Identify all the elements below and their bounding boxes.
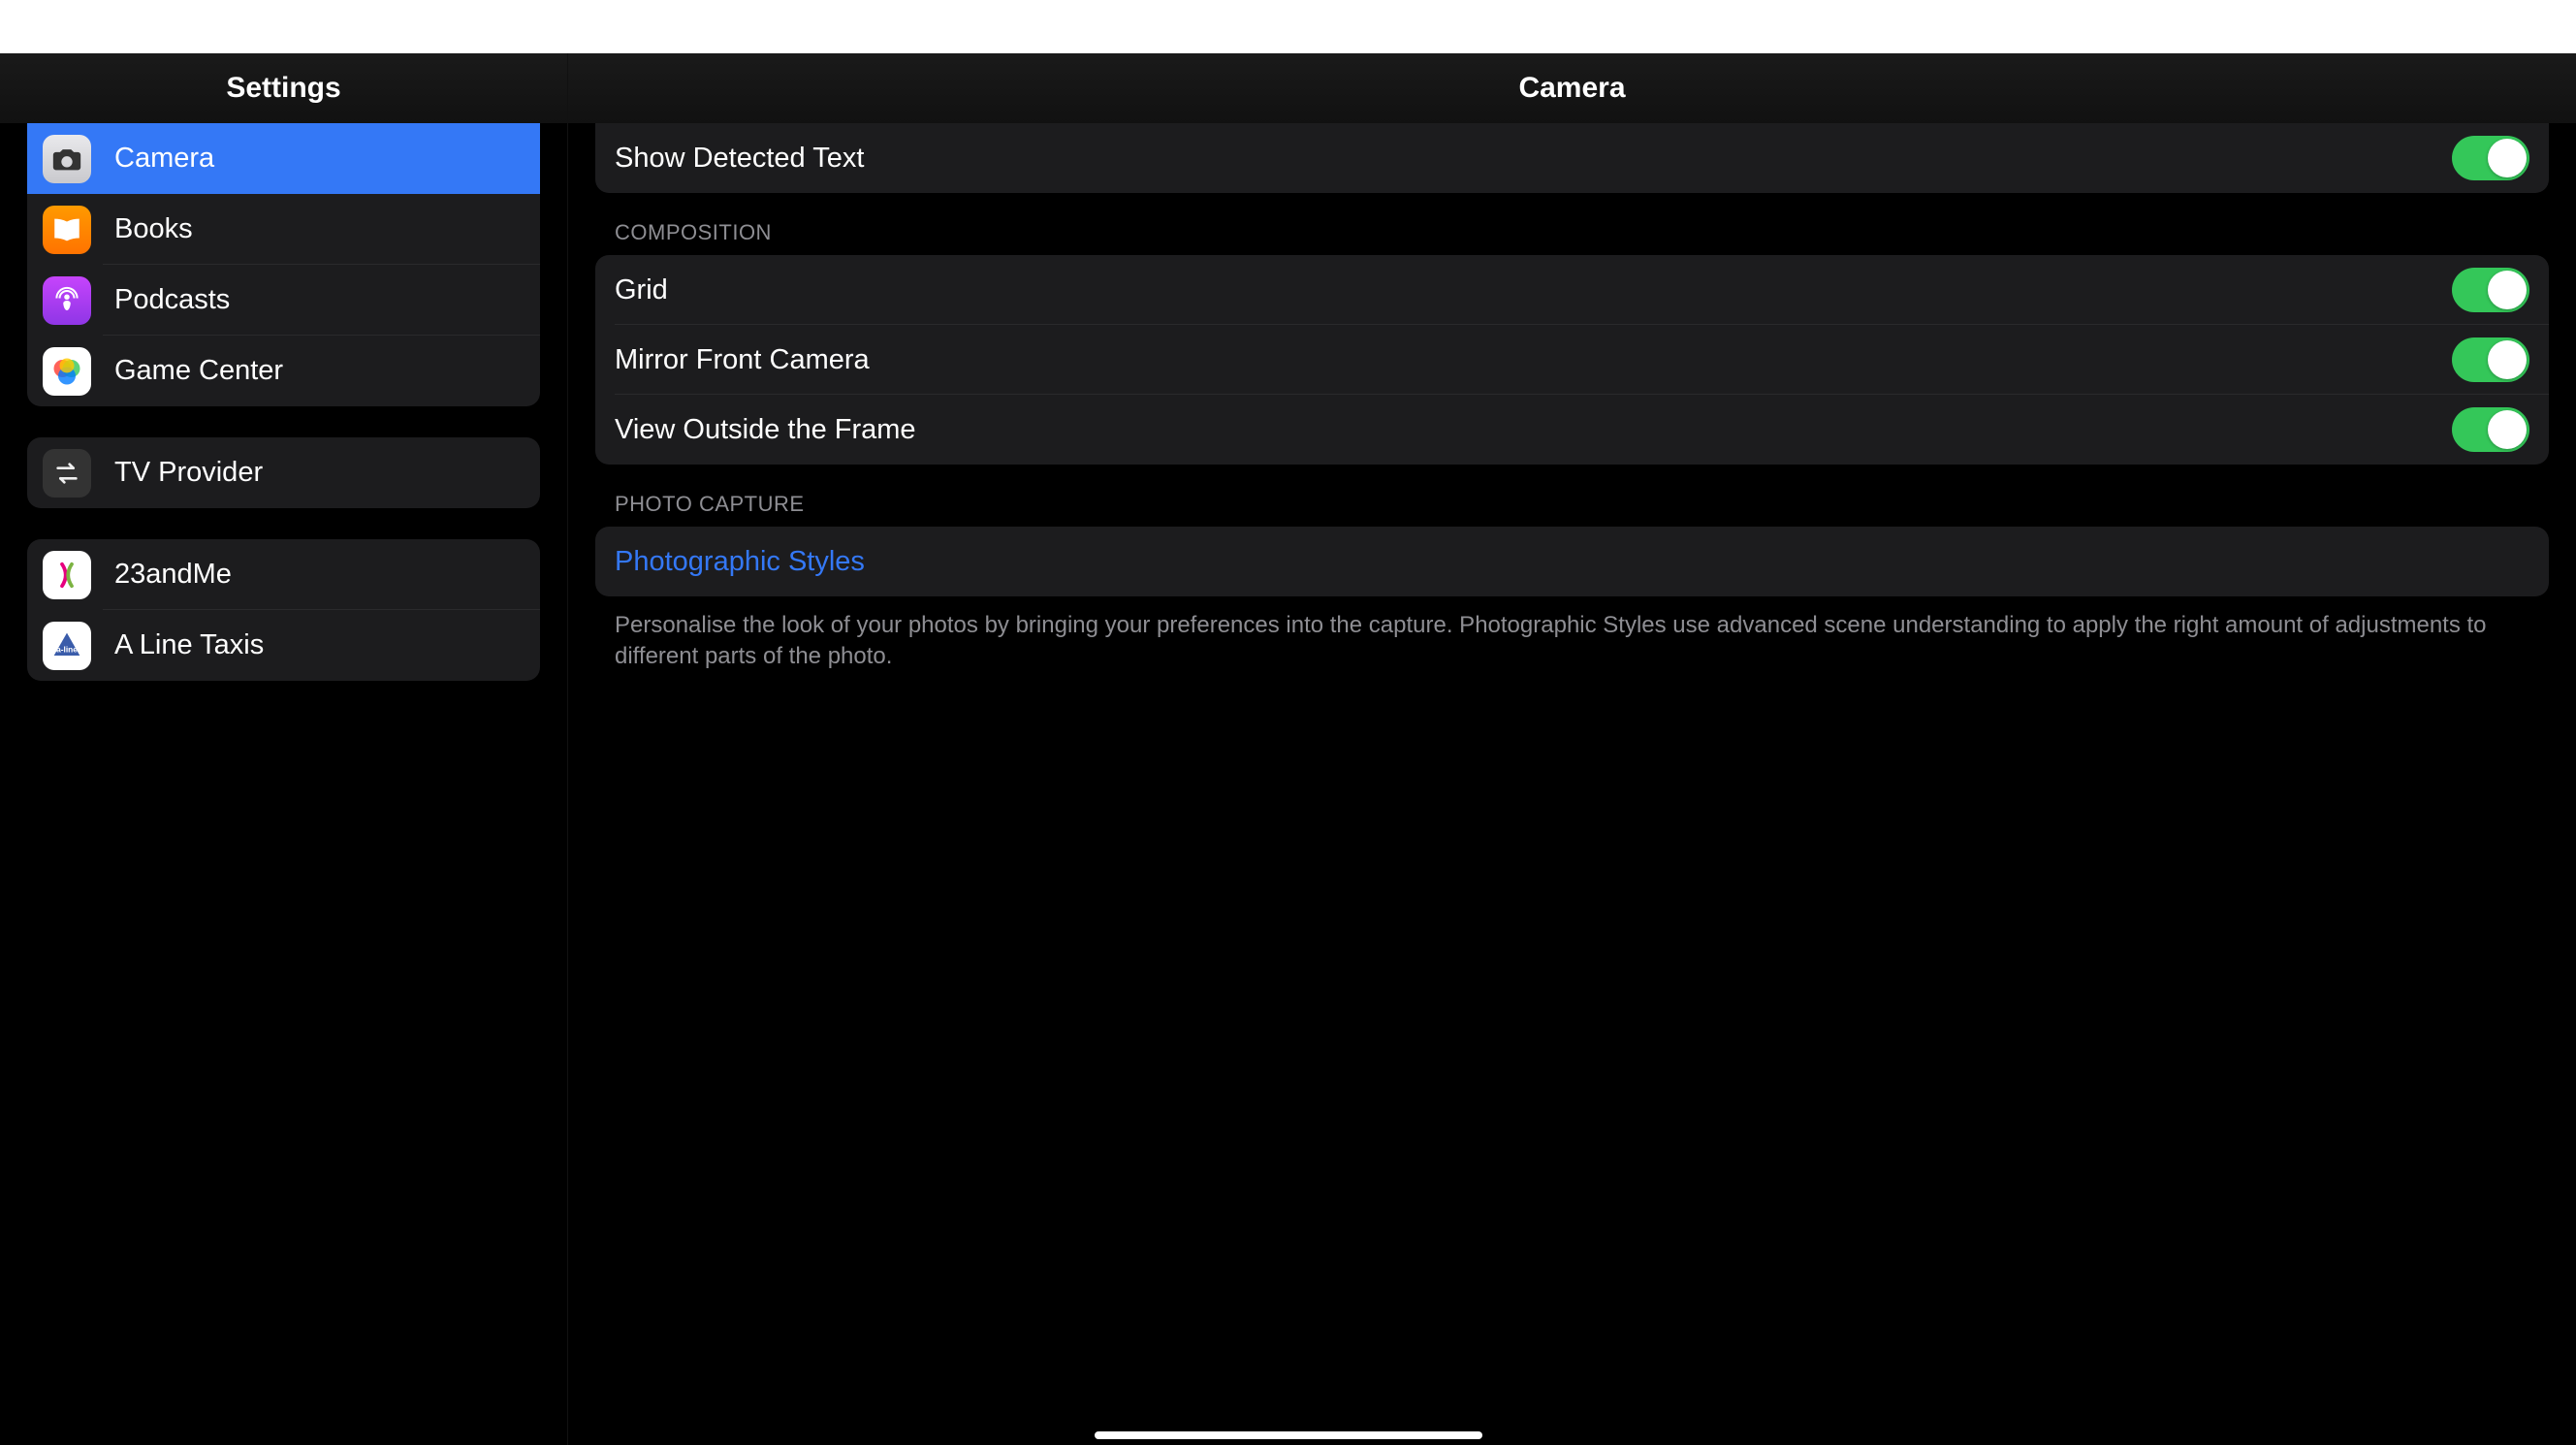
sidebar-group-tv: TV Provider bbox=[27, 437, 540, 508]
toggle-mirror-front-camera[interactable] bbox=[2452, 337, 2529, 382]
sidebar-item-label: A Line Taxis bbox=[114, 629, 264, 661]
toggle-view-outside-frame[interactable] bbox=[2452, 407, 2529, 452]
tvprovider-icon bbox=[43, 449, 91, 498]
sidebar-item-label: TV Provider bbox=[114, 457, 263, 489]
gamecenter-icon bbox=[43, 347, 91, 396]
detail-title: Camera bbox=[568, 53, 2576, 123]
sidebar-item-podcasts[interactable]: Podcasts bbox=[27, 265, 540, 336]
row-label: Show Detected Text bbox=[615, 143, 2452, 175]
detail-pane: Camera Show Detected Text COMPOSITION Gr… bbox=[568, 53, 2576, 1445]
row-mirror-front-camera: Mirror Front Camera bbox=[595, 325, 2549, 395]
sidebar-item-label: Books bbox=[114, 213, 193, 245]
sidebar-item-label: Game Center bbox=[114, 355, 283, 387]
sidebar-item-gamecenter[interactable]: Game Center bbox=[27, 336, 540, 406]
row-photographic-styles[interactable]: Photographic Styles bbox=[595, 527, 2549, 596]
detail-content: Show Detected Text COMPOSITION Grid Mirr… bbox=[568, 123, 2576, 1445]
home-indicator[interactable] bbox=[1095, 1431, 1482, 1439]
camera-icon bbox=[43, 135, 91, 183]
sidebar: Settings Camera Books bbox=[0, 53, 568, 1445]
sidebar-item-label: Podcasts bbox=[114, 284, 230, 316]
books-icon bbox=[43, 206, 91, 254]
toggle-grid[interactable] bbox=[2452, 268, 2529, 312]
section-photocapture: Photographic Styles bbox=[595, 527, 2549, 596]
row-label: View Outside the Frame bbox=[615, 414, 2452, 446]
23andme-icon bbox=[43, 551, 91, 599]
sidebar-item-label: Camera bbox=[114, 143, 214, 175]
section-composition: Grid Mirror Front Camera View Outside th… bbox=[595, 255, 2549, 465]
sidebar-item-alinetaxis[interactable]: a-line A Line Taxis bbox=[27, 610, 540, 681]
section-header-photocapture: PHOTO CAPTURE bbox=[595, 465, 2549, 527]
row-show-detected-text: Show Detected Text bbox=[595, 123, 2549, 193]
sidebar-item-camera[interactable]: Camera bbox=[27, 123, 540, 194]
sidebar-item-books[interactable]: Books bbox=[27, 194, 540, 265]
alinetaxis-icon: a-line bbox=[43, 622, 91, 670]
link-photographic-styles: Photographic Styles bbox=[615, 546, 865, 578]
sidebar-content: Camera Books Podcasts bbox=[0, 123, 567, 1445]
section-detected-text: Show Detected Text bbox=[595, 123, 2549, 193]
svg-text:a-line: a-line bbox=[56, 644, 78, 654]
sidebar-item-23andme[interactable]: 23andMe bbox=[27, 539, 540, 610]
sidebar-group-media: Camera Books Podcasts bbox=[27, 123, 540, 406]
row-view-outside-frame: View Outside the Frame bbox=[595, 395, 2549, 465]
sidebar-item-tvprovider[interactable]: TV Provider bbox=[27, 437, 540, 508]
sidebar-group-apps: 23andMe a-line A Line Taxis bbox=[27, 539, 540, 681]
sidebar-item-label: 23andMe bbox=[114, 559, 232, 591]
row-grid: Grid bbox=[595, 255, 2549, 325]
section-header-composition: COMPOSITION bbox=[595, 193, 2549, 255]
podcasts-icon bbox=[43, 276, 91, 325]
toggle-show-detected-text[interactable] bbox=[2452, 136, 2529, 180]
row-label: Grid bbox=[615, 274, 2452, 306]
footer-photographic-styles: Personalise the look of your photos by b… bbox=[595, 596, 2549, 673]
sidebar-title: Settings bbox=[0, 53, 567, 123]
row-label: Mirror Front Camera bbox=[615, 344, 2452, 376]
